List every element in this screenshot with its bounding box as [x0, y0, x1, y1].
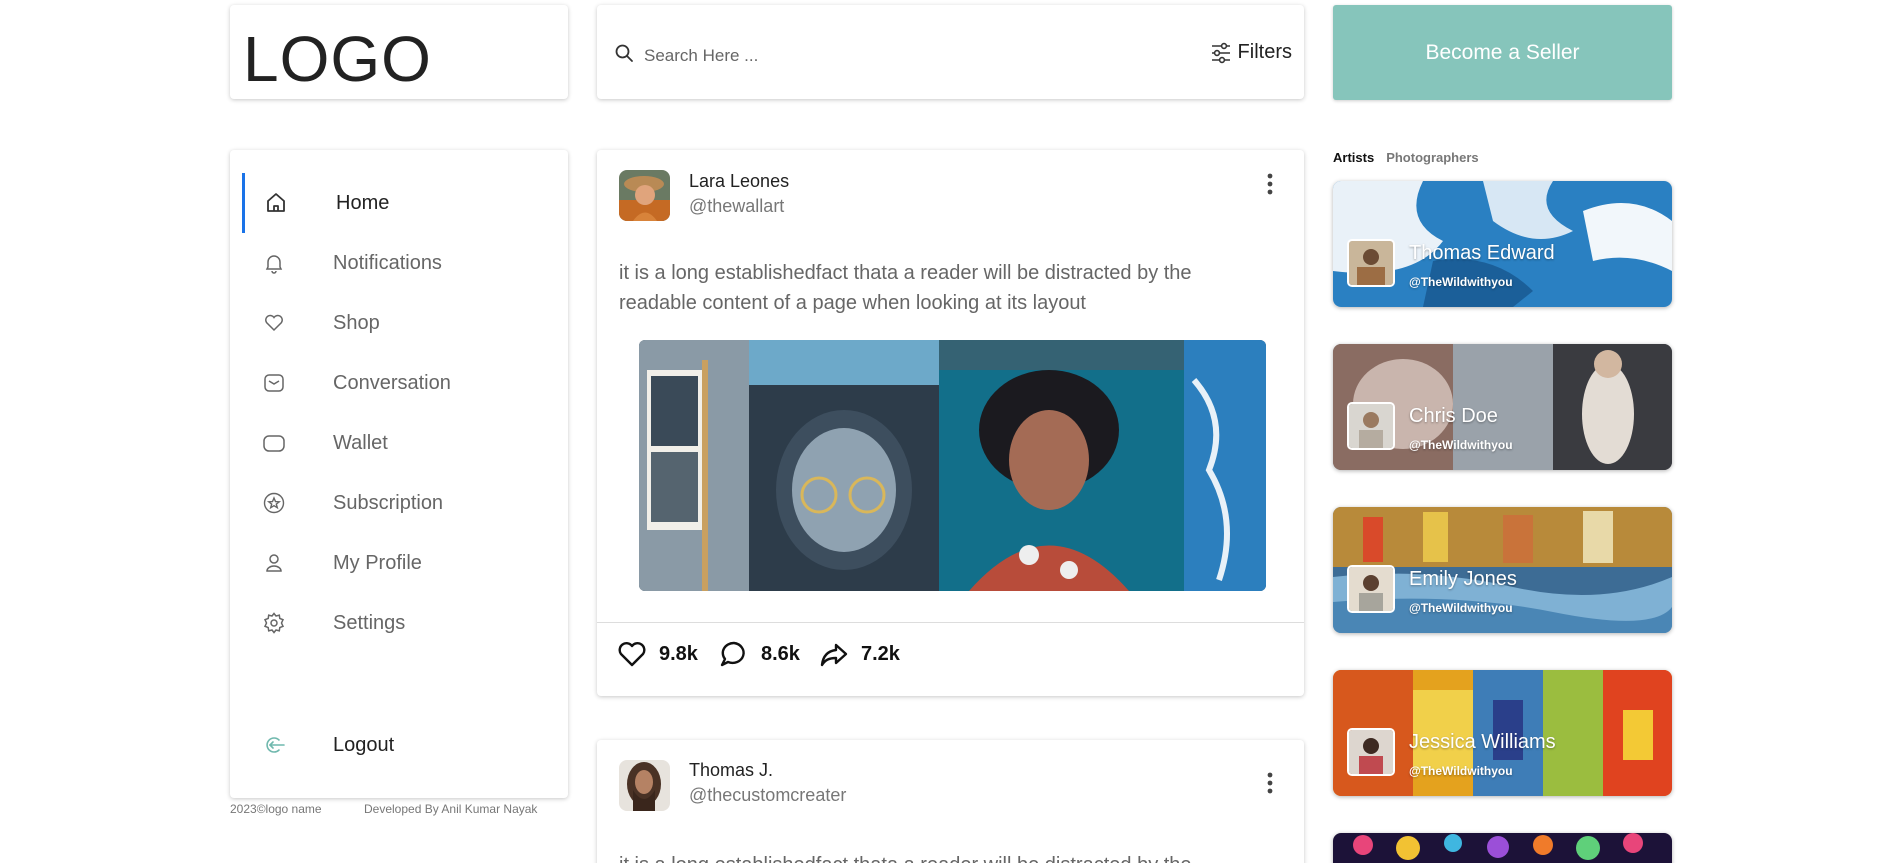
artist-card[interactable]: Thomas Edward @TheWildwithyou	[1333, 181, 1672, 307]
share-button[interactable]: 7.2k	[819, 640, 900, 668]
sidebar-item-notifications[interactable]: Notifications	[230, 235, 568, 291]
developer-credit: Developed By Anil Kumar Nayak	[364, 802, 538, 816]
author-handle[interactable]: @thecustomcreater	[689, 785, 846, 806]
search-icon	[614, 43, 634, 63]
comment-button[interactable]: 8.6k	[719, 640, 800, 668]
wallet-icon	[262, 431, 286, 455]
sidebar-item-label: My Profile	[333, 551, 422, 574]
author-handle[interactable]: @thewallart	[689, 196, 784, 217]
star-badge-icon	[262, 491, 286, 515]
more-options-button[interactable]	[1266, 771, 1274, 795]
like-count: 9.8k	[659, 642, 698, 665]
logout-icon	[262, 733, 286, 757]
artist-name: Chris Doe	[1409, 405, 1498, 427]
artist-card[interactable]: Chris Doe @TheWildwithyou	[1333, 344, 1672, 470]
post-card: Lara Leones @thewallart it is a long est…	[597, 150, 1304, 696]
post-image[interactable]	[639, 340, 1266, 591]
author-avatar[interactable]	[619, 760, 670, 811]
kebab-icon	[1266, 771, 1274, 795]
author-name[interactable]: Lara Leones	[689, 171, 789, 192]
heart-icon	[262, 311, 286, 335]
gear-icon	[262, 611, 286, 635]
sidebar-item-label: Conversation	[333, 371, 451, 394]
author-avatar[interactable]	[619, 170, 670, 221]
sidebar-item-conversation[interactable]: Conversation	[230, 355, 568, 411]
artist-card[interactable]: Emily Jones @TheWildwithyou	[1333, 507, 1672, 633]
become-seller-button[interactable]: Become a Seller	[1333, 5, 1672, 100]
artist-card[interactable]	[1333, 833, 1672, 863]
artist-avatar	[1347, 239, 1395, 287]
sidebar-item-my-profile[interactable]: My Profile	[230, 535, 568, 591]
logout-button[interactable]: Logout	[230, 717, 568, 773]
post-text: it is a long establishedfact thata a rea…	[619, 262, 1192, 314]
sidebar-item-label: Shop	[333, 311, 380, 334]
sidebar-item-label: Subscription	[333, 491, 444, 514]
artist-name: Thomas Edward	[1409, 242, 1555, 264]
logo-card: LOGO	[230, 5, 568, 99]
artist-avatar	[1347, 565, 1395, 613]
search-input[interactable]	[644, 39, 1164, 73]
sidebar-item-settings[interactable]: Settings	[230, 595, 568, 651]
artist-handle: @TheWildwithyou	[1409, 438, 1513, 452]
artist-cover-image	[1333, 833, 1672, 863]
artist-avatar	[1347, 402, 1395, 450]
artist-handle: @TheWildwithyou	[1409, 764, 1513, 778]
like-button[interactable]: 9.8k	[617, 640, 698, 668]
filters-label: Filters	[1237, 41, 1292, 63]
filters-button[interactable]: Filters	[1210, 41, 1292, 64]
share-icon	[819, 640, 849, 668]
share-count: 7.2k	[861, 642, 900, 665]
mail-icon	[262, 371, 286, 395]
sidebar-item-label: Settings	[333, 611, 406, 634]
artist-tabs: Artists Photographers	[1333, 150, 1479, 165]
sidebar-item-label: Home	[336, 191, 390, 214]
artist-name: Jessica Williams	[1409, 731, 1556, 753]
home-icon	[264, 191, 288, 215]
logo[interactable]: LOGO	[243, 22, 432, 96]
more-options-button[interactable]	[1266, 172, 1274, 196]
artist-card[interactable]: Jessica Williams @TheWildwithyou	[1333, 670, 1672, 796]
artist-handle: @TheWildwithyou	[1409, 601, 1513, 615]
copyright-text: 2023©logo name	[230, 802, 322, 816]
comment-count: 8.6k	[761, 642, 800, 665]
comment-icon	[719, 640, 749, 668]
kebab-icon	[1266, 172, 1274, 196]
post-divider	[597, 622, 1304, 623]
sidebar-item-home[interactable]: Home	[230, 175, 568, 231]
logout-label: Logout	[333, 733, 395, 756]
artist-avatar	[1347, 728, 1395, 776]
bell-icon	[262, 251, 286, 275]
tab-artists[interactable]: Artists	[1333, 150, 1374, 165]
sliders-icon	[1210, 42, 1232, 64]
post-text: it is a long establishedfact thata a rea…	[619, 850, 1239, 863]
user-icon	[262, 551, 286, 575]
heart-icon	[617, 640, 647, 668]
sidebar-item-shop[interactable]: Shop	[230, 295, 568, 351]
sidebar-item-wallet[interactable]: Wallet	[230, 415, 568, 471]
tab-photographers[interactable]: Photographers	[1386, 150, 1478, 165]
artist-name: Emily Jones	[1409, 568, 1517, 590]
search-bar: Filters	[597, 5, 1304, 99]
sidebar-item-label: Wallet	[333, 431, 388, 454]
sidebar-item-subscription[interactable]: Subscription	[230, 475, 568, 531]
author-name[interactable]: Thomas J.	[689, 760, 773, 781]
sidebar-item-label: Notifications	[333, 251, 442, 274]
post-card: Thomas J. @thecustomcreater it is a long…	[597, 740, 1304, 863]
artist-handle: @TheWildwithyou	[1409, 275, 1513, 289]
sidebar: Home Notifications Shop Conversation Wal…	[230, 150, 568, 798]
